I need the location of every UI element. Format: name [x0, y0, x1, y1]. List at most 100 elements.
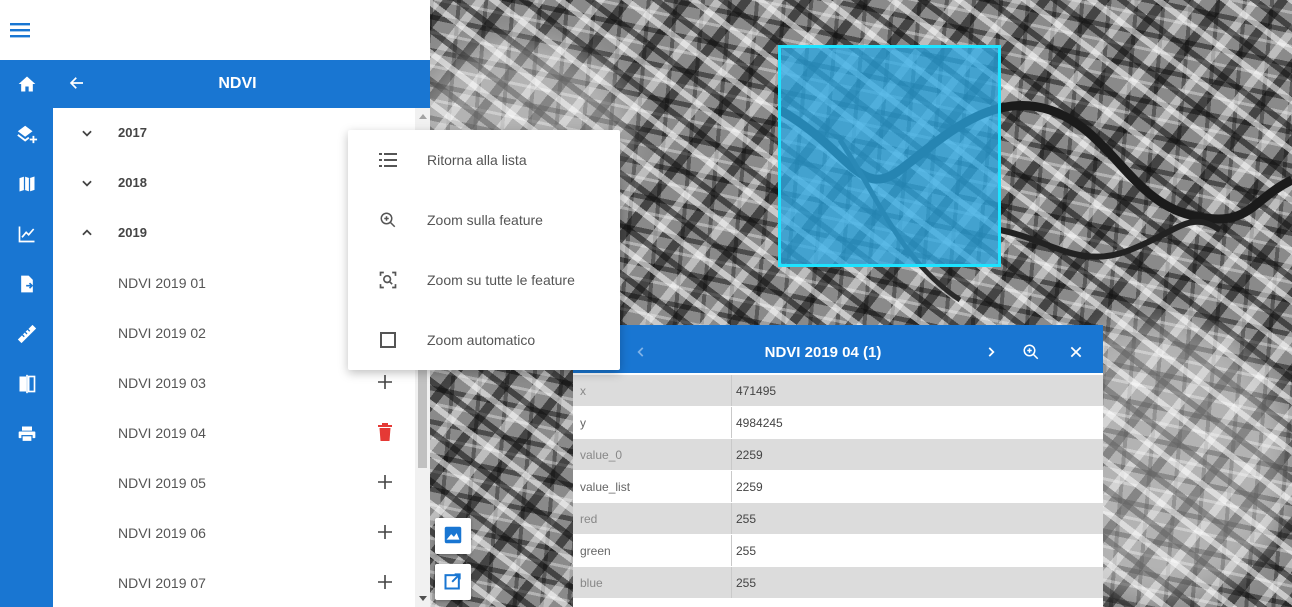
popup-header: NDVI 2019 04 (1): [573, 325, 1103, 373]
table-row: red 255: [573, 503, 1103, 535]
list-item-label: NDVI 2019 02: [118, 325, 206, 341]
group-label: 2018: [118, 175, 147, 190]
image-icon: [442, 524, 464, 549]
attribute-table: x 471495 y 4984245 value_0 2259 value_li…: [573, 375, 1103, 599]
attribute-value: 255: [731, 567, 1103, 598]
list-item[interactable]: NDVI 2019 06: [53, 508, 415, 558]
attribute-key: value_0: [580, 448, 623, 462]
list-item[interactable]: NDVI 2019 07: [53, 558, 415, 607]
attribute-value: 4984245: [731, 407, 1103, 438]
chevron-down-icon[interactable]: [75, 121, 99, 145]
plus-icon: [377, 374, 393, 393]
menu-item-back-to-list[interactable]: Ritorna alla lista: [348, 130, 620, 190]
basemap-button[interactable]: [435, 518, 471, 554]
attribute-key: y: [580, 416, 586, 430]
arrow-back-icon: [68, 74, 86, 95]
rail-print[interactable]: [0, 410, 53, 460]
scroll-up-arrow[interactable]: [419, 114, 427, 119]
table-row: blue 255: [573, 567, 1103, 599]
menu-item-zoom-feature[interactable]: Zoom sulla feature: [348, 190, 620, 250]
attribute-key: blue: [580, 576, 603, 590]
feature-info-popup: NDVI 2019 04 (1) x 471495 y 4984245 valu…: [573, 325, 1103, 607]
table-row: x 471495: [573, 375, 1103, 407]
panel-header: NDVI: [53, 60, 430, 108]
table-row: value_list 2259: [573, 471, 1103, 503]
list-item[interactable]: NDVI 2019 04: [53, 408, 415, 458]
list-item[interactable]: NDVI 2019 05: [53, 458, 415, 508]
map-icon: [17, 174, 37, 197]
plus-icon: [377, 524, 393, 543]
scroll-thumb[interactable]: [418, 362, 427, 468]
menu-item-label: Ritorna alla lista: [427, 152, 527, 168]
add-layer-icon: [16, 123, 38, 148]
trash-icon: [377, 422, 393, 444]
rail-export[interactable]: [0, 260, 53, 310]
add-layer-button[interactable]: [373, 371, 397, 395]
table-row: green 255: [573, 535, 1103, 567]
scroll-down-arrow[interactable]: [419, 596, 427, 601]
attribute-key: red: [580, 512, 598, 526]
add-layer-button[interactable]: [373, 571, 397, 595]
chevron-left-icon: [634, 345, 648, 362]
attribute-key: x: [580, 384, 586, 398]
panel-title: NDVI: [218, 75, 257, 92]
hamburger-menu-icon[interactable]: [8, 18, 32, 42]
chevron-right-icon: [984, 345, 998, 362]
rail-measure[interactable]: [0, 310, 53, 360]
attribute-value: 255: [731, 503, 1103, 534]
rail-add-layer[interactable]: [0, 110, 53, 160]
list-item-label: NDVI 2019 05: [118, 475, 206, 491]
menu-item-label: Zoom su tutte le feature: [427, 272, 575, 288]
plus-icon: [377, 574, 393, 593]
group-label: 2019: [118, 225, 147, 240]
list-icon: [376, 148, 400, 172]
list-item-label: NDVI 2019 01: [118, 275, 206, 291]
home-icon: [17, 74, 37, 97]
icon-rail: [0, 60, 53, 607]
plus-icon: [377, 474, 393, 493]
attribute-value: 255: [731, 535, 1103, 566]
chevron-up-icon[interactable]: [75, 221, 99, 245]
prev-feature-button[interactable]: [629, 341, 653, 365]
menu-item-zoom-all[interactable]: Zoom su tutte le feature: [348, 250, 620, 310]
list-item-label: NDVI 2019 07: [118, 575, 206, 591]
group-label: 2017: [118, 125, 147, 140]
ruler-icon: [16, 323, 38, 348]
selected-feature-highlight[interactable]: [778, 45, 1001, 267]
next-feature-button[interactable]: [979, 341, 1003, 365]
compare-icon: [17, 374, 37, 397]
open-in-new-icon: [443, 571, 463, 594]
list-item-label: NDVI 2019 03: [118, 375, 206, 391]
attribute-value: 2259: [731, 471, 1103, 502]
top-bar: [0, 0, 430, 60]
back-button[interactable]: [65, 72, 89, 96]
close-popup-button[interactable]: [1064, 341, 1088, 365]
chevron-down-icon[interactable]: [75, 171, 99, 195]
chart-icon: [17, 224, 37, 247]
zoom-feature-button[interactable]: [1019, 341, 1043, 365]
rail-compare[interactable]: [0, 360, 53, 410]
zoom-all-icon: [376, 268, 400, 292]
list-item-label: NDVI 2019 04: [118, 425, 206, 441]
checkbox-icon[interactable]: [376, 328, 400, 352]
export-file-icon: [17, 274, 37, 297]
table-row: value_0 2259: [573, 439, 1103, 471]
menu-item-label: Zoom sulla feature: [427, 212, 543, 228]
list-item-label: NDVI 2019 06: [118, 525, 206, 541]
menu-item-auto-zoom[interactable]: Zoom automatico: [348, 310, 620, 370]
add-layer-button[interactable]: [373, 521, 397, 545]
print-icon: [17, 424, 37, 447]
attribute-key: green: [580, 544, 611, 558]
rail-chart[interactable]: [0, 210, 53, 260]
zoom-in-icon: [376, 208, 400, 232]
external-link-button[interactable]: [435, 564, 471, 600]
rail-home[interactable]: [0, 60, 53, 110]
menu-item-label: Zoom automatico: [427, 332, 536, 348]
attribute-value: 2259: [731, 439, 1103, 470]
feature-context-menu: Ritorna alla lista Zoom sulla feature Zo…: [348, 130, 620, 370]
table-row: y 4984245: [573, 407, 1103, 439]
add-layer-button[interactable]: [373, 471, 397, 495]
zoom-in-icon: [1022, 343, 1040, 364]
remove-layer-button[interactable]: [373, 421, 397, 445]
rail-map[interactable]: [0, 160, 53, 210]
